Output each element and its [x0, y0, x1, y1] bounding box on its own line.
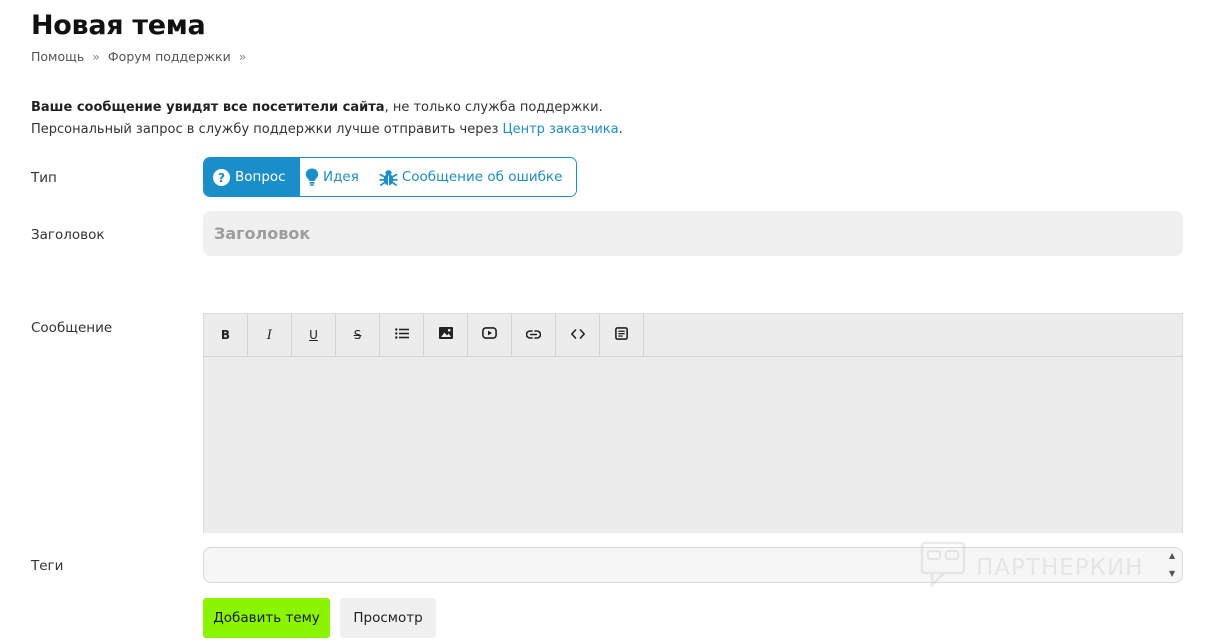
code-button[interactable] [556, 314, 600, 356]
list-button[interactable] [380, 314, 424, 356]
notice-line2-prefix: Персональный запрос в службу поддержки л… [31, 122, 503, 137]
customer-center-link[interactable]: Центр заказчика [503, 122, 619, 137]
video-button[interactable] [468, 314, 512, 356]
breadcrumb: Помощь » Форум поддержки » [31, 49, 248, 64]
title-input[interactable] [203, 211, 1183, 256]
type-bug-label: Сообщение об ошибке [401, 169, 563, 185]
tags-label: Теги [31, 558, 64, 574]
type-bug-button[interactable]: Сообщение об ошибке [370, 158, 577, 196]
notice-line-2: Персональный запрос в службу поддержки л… [31, 119, 623, 141]
code-icon [570, 328, 585, 343]
image-icon [438, 327, 453, 343]
notice-line2-suffix: . [618, 122, 623, 137]
notice: Ваше сообщение увидят все посетители сай… [31, 97, 623, 141]
editor-toolbar: B I U S [204, 314, 1182, 357]
lightbulb-icon [305, 168, 319, 186]
question-icon: ? [212, 168, 231, 187]
add-topic-button[interactable]: Добавить тему [203, 598, 330, 638]
bold-button[interactable]: B [204, 314, 248, 356]
breadcrumb-link-help[interactable]: Помощь [31, 49, 84, 64]
notice-bold: Ваше сообщение увидят все посетители сай… [31, 100, 385, 115]
preview-button[interactable]: Просмотр [340, 598, 436, 638]
watermark-logo-icon [920, 541, 966, 595]
svg-text:?: ? [218, 170, 225, 184]
source-button[interactable] [600, 314, 644, 356]
strikethrough-button[interactable]: S [336, 314, 380, 356]
breadcrumb-separator: » [92, 49, 100, 64]
type-idea-button[interactable]: Идея [300, 158, 371, 196]
bug-icon [379, 168, 398, 187]
type-idea-label: Идея [323, 169, 359, 185]
notice-line-1: Ваше сообщение увидят все посетители сай… [31, 97, 623, 119]
document-icon [615, 326, 628, 344]
type-question-button[interactable]: ? Вопрос [204, 158, 300, 196]
breadcrumb-separator: » [238, 49, 247, 64]
link-icon [525, 328, 542, 343]
type-question-label: Вопрос [235, 169, 286, 185]
message-textarea[interactable] [204, 357, 1182, 533]
breadcrumb-link-support-forum[interactable]: Форум поддержки [108, 49, 231, 64]
watermark-text: ПАРТНЕРКИН [976, 555, 1144, 581]
link-button[interactable] [512, 314, 556, 356]
message-label: Сообщение [31, 320, 113, 336]
tags-spinner[interactable]: ▲ ▼ [1169, 551, 1179, 579]
image-button[interactable] [424, 314, 468, 356]
underline-button[interactable]: U [292, 314, 336, 356]
chevron-down-icon: ▼ [1169, 569, 1176, 578]
watermark: ПАРТНЕРКИН [920, 541, 1143, 595]
type-label: Тип [31, 170, 57, 186]
type-selector: ? Вопрос Идея Сообщение об ошибке [203, 157, 578, 197]
video-icon [482, 327, 497, 343]
chevron-up-icon: ▲ [1169, 551, 1176, 560]
list-icon [394, 327, 409, 343]
italic-button[interactable]: I [248, 314, 292, 356]
notice-rest: , не только служба поддержки. [384, 100, 603, 115]
title-label: Заголовок [31, 227, 105, 243]
message-editor: B I U S [203, 313, 1183, 533]
page-title: Новая тема [31, 10, 206, 41]
